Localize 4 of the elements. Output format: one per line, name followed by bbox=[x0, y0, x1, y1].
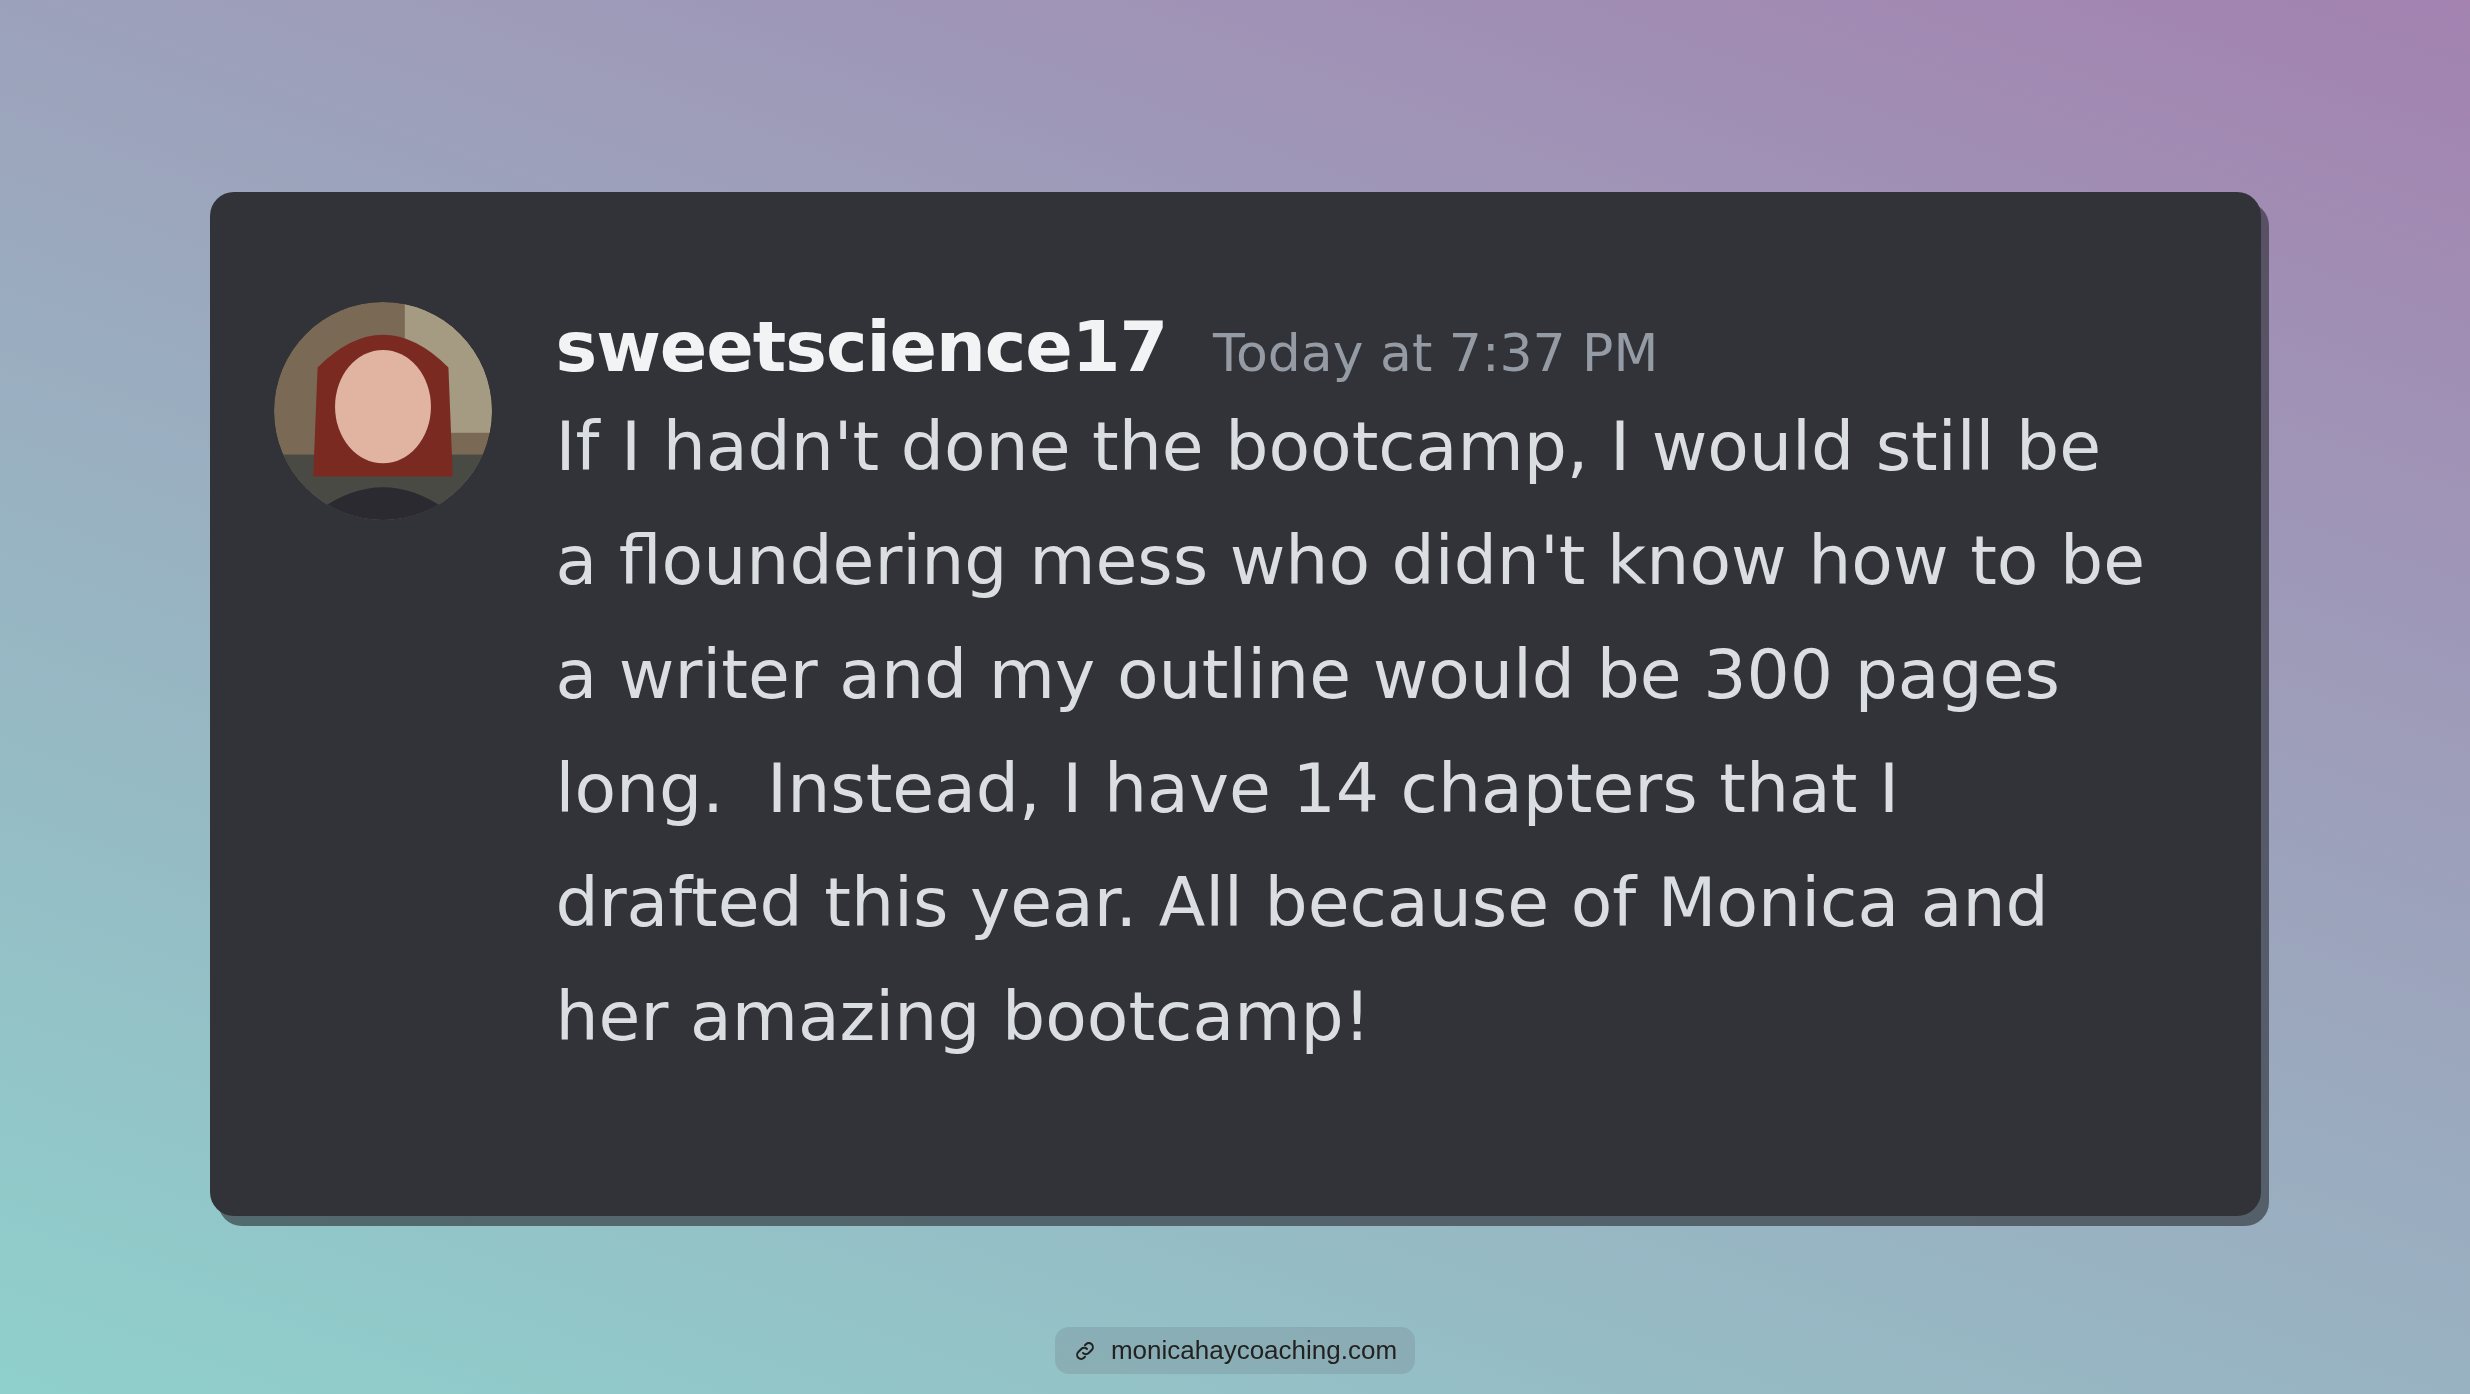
source-link[interactable]: monicahaycoaching.com bbox=[1054, 1327, 1416, 1374]
username[interactable]: sweetscience17 bbox=[555, 306, 1168, 388]
message-text: If I hadn't done the bootcamp, I would still be a floundering mess who didn't know how to be a writer and my outline would be 300 pages long. Instead, I have 14 chapters that I drafted this year. All because of Monica and her amazing bootcamp! bbox=[555, 406, 2147, 1058]
timestamp: Today at 7:37 PM bbox=[1213, 323, 1659, 383]
